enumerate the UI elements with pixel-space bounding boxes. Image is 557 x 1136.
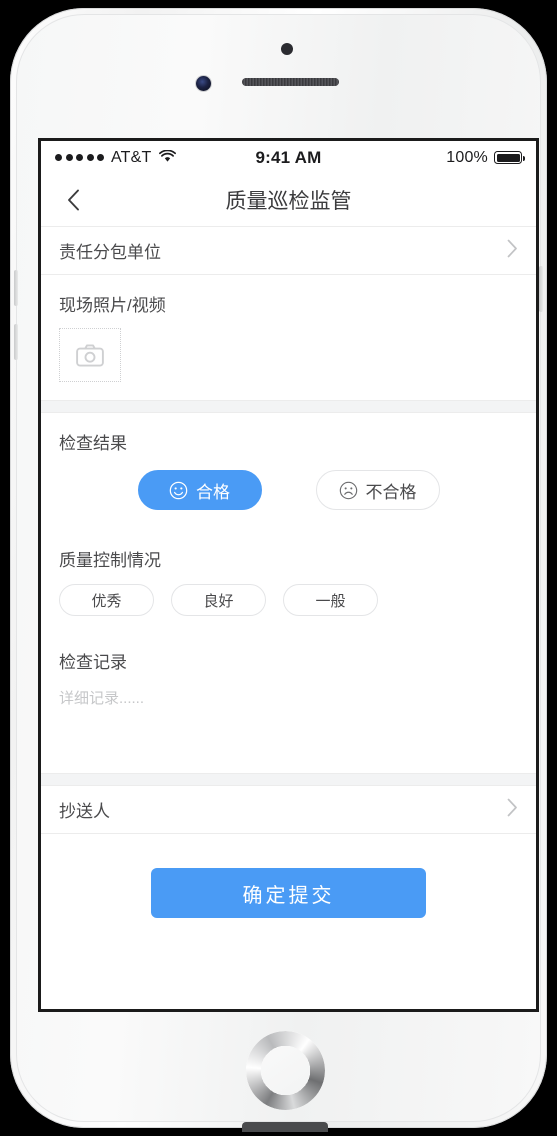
wifi-icon <box>158 148 176 168</box>
form-content: 责任分包单位 现场照片/视频 检查结果 合格 不合格 质量控制情况 优秀 良好 … <box>41 227 536 918</box>
chip-good[interactable]: 良好 <box>171 584 266 616</box>
chip-good-label: 良好 <box>203 592 234 610</box>
chip-excellent[interactable]: 优秀 <box>59 584 154 616</box>
section-divider <box>41 400 536 413</box>
subcontractor-label: 责任分包单位 <box>59 243 161 262</box>
phone-screen: AT&T 9:41 AM 100% 质量巡检监管 责任分包单位 现场照片/视频 … <box>41 141 536 1009</box>
battery-percent-label: 100% <box>446 148 488 166</box>
frowny-face-icon <box>339 481 357 499</box>
chevron-right-icon <box>507 798 518 822</box>
status-bar: AT&T 9:41 AM 100% <box>41 141 536 174</box>
quality-control-block: 质量控制情况 <box>41 530 536 571</box>
power-button[interactable] <box>539 266 543 312</box>
volume-down-button[interactable] <box>14 324 18 360</box>
inspection-result-options: 合格 不合格 <box>41 454 536 530</box>
proximity-sensor-icon <box>281 43 293 55</box>
photo-upload-button[interactable] <box>59 328 121 382</box>
front-camera-icon <box>196 76 211 91</box>
option-qualified-label: 合格 <box>196 482 230 502</box>
phone-device-frame: AT&T 9:41 AM 100% 质量巡检监管 责任分包单位 现场照片/视频 … <box>10 8 547 1132</box>
status-bar-left: AT&T <box>55 148 176 168</box>
chevron-left-icon <box>67 189 79 211</box>
home-button[interactable] <box>246 1031 325 1110</box>
camera-icon <box>76 343 104 367</box>
inspection-record-block: 检查记录 详细记录...... <box>41 632 536 773</box>
page-title: 质量巡检监管 <box>225 190 352 213</box>
quality-control-label: 质量控制情况 <box>59 551 161 570</box>
chevron-right-icon <box>507 239 518 263</box>
chip-average-label: 一般 <box>315 592 346 610</box>
media-label: 现场照片/视频 <box>59 296 166 315</box>
section-divider-2 <box>41 773 536 786</box>
option-unqualified-label: 不合格 <box>365 482 417 502</box>
status-bar-right: 100% <box>446 148 526 167</box>
submit-area: 确定提交 <box>41 834 536 918</box>
chip-excellent-label: 优秀 <box>91 592 122 610</box>
back-button[interactable] <box>49 176 97 224</box>
media-upload-area <box>41 316 536 400</box>
volume-up-button[interactable] <box>14 270 18 306</box>
earpiece-speaker <box>242 78 339 86</box>
cc-recipient-row[interactable]: 抄送人 <box>41 786 536 834</box>
chip-average[interactable]: 一般 <box>283 584 378 616</box>
submit-button[interactable]: 确定提交 <box>151 868 426 918</box>
device-bottom-marker <box>242 1122 328 1132</box>
inspection-result-block: 检查结果 <box>41 413 536 454</box>
option-qualified[interactable]: 合格 <box>137 470 262 510</box>
inspection-result-label: 检查结果 <box>59 434 127 453</box>
media-block: 现场照片/视频 <box>41 275 536 316</box>
battery-full-icon <box>494 151 526 164</box>
quality-control-options: 优秀 良好 一般 <box>41 571 536 632</box>
cc-recipient-label: 抄送人 <box>59 802 110 821</box>
option-unqualified[interactable]: 不合格 <box>315 470 440 510</box>
inspection-record-input[interactable]: 详细记录...... <box>59 687 518 773</box>
carrier-label: AT&T <box>111 148 152 166</box>
navigation-bar: 质量巡检监管 <box>41 174 536 227</box>
signal-strength-icon <box>55 154 104 161</box>
smiley-face-icon <box>169 481 188 499</box>
subcontractor-row[interactable]: 责任分包单位 <box>41 227 536 275</box>
inspection-record-label: 检查记录 <box>59 653 127 672</box>
